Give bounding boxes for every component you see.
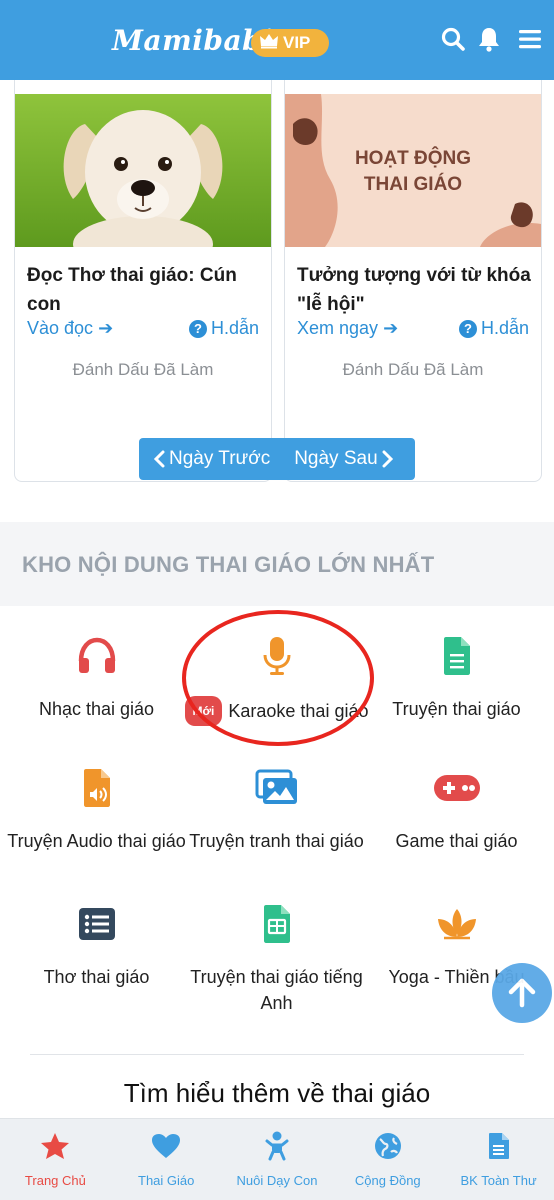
- divider: [30, 1054, 524, 1055]
- nav-pregnancy-education[interactable]: Thai Giáo: [111, 1119, 222, 1200]
- app-logo[interactable]: Mamibabi: [112, 24, 273, 57]
- help-link[interactable]: ? H.dẫn: [458, 318, 529, 339]
- help-link[interactable]: ? H.dẫn: [188, 318, 259, 339]
- globe-icon: [374, 1131, 402, 1161]
- document-icon: [184, 902, 369, 946]
- card-title: Đọc Thơ thai giáo: Cún con: [27, 265, 237, 315]
- arrow-right-icon: ➔: [383, 318, 399, 338]
- category-poems[interactable]: Thơ thai giáo: [4, 902, 189, 990]
- book-file-icon: [488, 1131, 510, 1161]
- question-icon: ?: [458, 319, 477, 338]
- category-comics[interactable]: Truyện tranh thai giáo: [184, 766, 369, 854]
- bell-icon[interactable]: [474, 24, 504, 54]
- puppy-image: [15, 94, 271, 247]
- activity-banner-image: HOẠT ĐỘNG THAI GIÁO: [285, 94, 541, 247]
- images-icon: [184, 766, 369, 810]
- lotus-icon: [364, 902, 549, 946]
- category-music[interactable]: Nhạc thai giáo: [4, 634, 189, 722]
- audio-file-icon: [4, 766, 189, 810]
- banner-text-line2: THAI GIÁO: [364, 173, 462, 195]
- daily-activities: Đọc Thơ thai giáo: Cún con Vào đọc ➔ ? H…: [0, 70, 554, 522]
- highlight-ring: [182, 610, 374, 746]
- category-english-stories[interactable]: Truyện thai giáo tiếng Anh: [184, 902, 369, 1016]
- category-audio-stories[interactable]: Truyện Audio thai giáo: [4, 766, 189, 854]
- baby-icon: [264, 1131, 290, 1161]
- question-icon: ?: [188, 319, 207, 338]
- arrow-right-icon: ➔: [98, 318, 114, 338]
- headphones-icon: [4, 634, 189, 678]
- chevron-right-icon: [382, 450, 393, 468]
- activity-card[interactable]: HOẠT ĐỘNG THAI GIÁO Tưởng tượng với từ k…: [284, 70, 542, 482]
- list-icon: [4, 902, 189, 946]
- category-stories[interactable]: Truyện thai giáo: [364, 634, 549, 722]
- vip-badge[interactable]: VIP: [251, 29, 329, 57]
- app-header: Mamibabi VIP: [0, 0, 554, 80]
- banner-text-line1: HOẠT ĐỘNG: [355, 147, 471, 169]
- arrow-up-icon: [508, 978, 536, 1008]
- nav-community[interactable]: Cộng Đồng: [332, 1119, 443, 1200]
- activity-card[interactable]: Đọc Thơ thai giáo: Cún con Vào đọc ➔ ? H…: [14, 70, 272, 482]
- mark-done-button[interactable]: Đánh Dấu Đã Làm: [15, 360, 271, 380]
- day-pager: Ngày Trước Ngày Sau: [139, 438, 415, 480]
- section-title: KHO NỘI DUNG THAI GIÁO LỚN NHẤT: [22, 552, 435, 577]
- nav-home[interactable]: Trang Chủ: [0, 1119, 111, 1200]
- nav-parenting[interactable]: Nuôi Dạy Con: [222, 1119, 333, 1200]
- heart-icon: [151, 1131, 181, 1161]
- scroll-to-top-button[interactable]: [492, 963, 552, 1023]
- prev-day-button[interactable]: Ngày Trước: [153, 448, 270, 470]
- mark-done-button[interactable]: Đánh Dấu Đã Làm: [285, 360, 541, 380]
- bottom-nav: Trang Chủ Thai Giáo Nuôi Dạy Con Cộng Đồ…: [0, 1118, 554, 1200]
- view-link[interactable]: Xem ngay ➔: [297, 318, 398, 339]
- chevron-left-icon: [153, 450, 165, 468]
- vip-label: VIP: [283, 33, 311, 52]
- next-day-button[interactable]: Ngày Sau: [294, 448, 393, 470]
- menu-icon[interactable]: [515, 24, 545, 54]
- category-games[interactable]: Game thai giáo: [364, 766, 549, 854]
- search-icon[interactable]: [438, 24, 468, 54]
- crown-icon: [259, 33, 279, 54]
- star-icon: [40, 1131, 70, 1161]
- learn-more-title: Tìm hiểu thêm về thai giáo: [123, 1078, 431, 1108]
- nav-encyclopedia[interactable]: BK Toàn Thư: [443, 1119, 554, 1200]
- section-header: KHO NỘI DUNG THAI GIÁO LỚN NHẤT: [0, 522, 554, 606]
- gamepad-icon: [364, 766, 549, 810]
- document-icon: [364, 634, 549, 678]
- card-title: Tưởng tượng với từ khóa "lễ hội": [297, 265, 531, 315]
- read-link[interactable]: Vào đọc ➔: [27, 318, 113, 339]
